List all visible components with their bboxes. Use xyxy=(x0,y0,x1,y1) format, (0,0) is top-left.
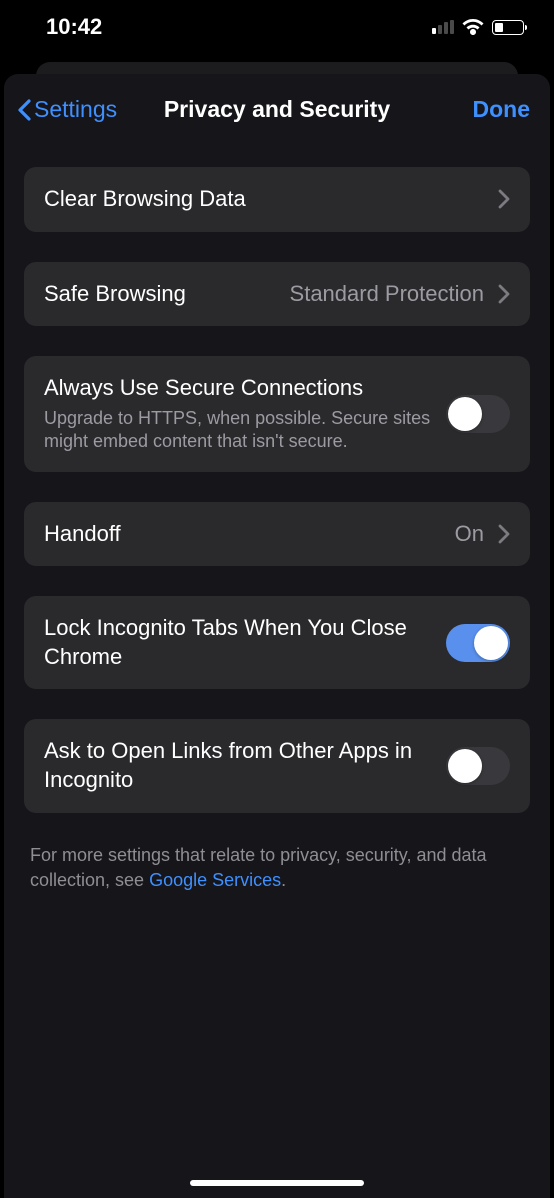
ask-incognito-toggle[interactable] xyxy=(446,747,510,785)
battery-icon xyxy=(492,20,524,35)
settings-content: Clear Browsing Data Safe Browsing Standa… xyxy=(4,143,550,893)
row-title: Lock Incognito Tabs When You Close Chrom… xyxy=(44,614,432,671)
back-label: Settings xyxy=(34,96,117,123)
lock-incognito-row: Lock Incognito Tabs When You Close Chrom… xyxy=(24,596,530,689)
clear-browsing-data-row[interactable]: Clear Browsing Data xyxy=(24,167,530,232)
status-bar: 10:42 xyxy=(0,0,554,54)
ask-incognito-row: Ask to Open Links from Other Apps in Inc… xyxy=(24,719,530,812)
safe-browsing-row[interactable]: Safe Browsing Standard Protection xyxy=(24,262,530,327)
lock-incognito-toggle[interactable] xyxy=(446,624,510,662)
home-indicator[interactable] xyxy=(190,1180,364,1186)
back-button[interactable]: Settings xyxy=(16,96,117,123)
footer-suffix: . xyxy=(281,870,286,890)
settings-sheet: Settings Privacy and Security Done Clear… xyxy=(4,74,550,1198)
status-time: 10:42 xyxy=(46,14,102,40)
wifi-icon xyxy=(462,19,484,35)
secure-connections-toggle[interactable] xyxy=(446,395,510,433)
navigation-bar: Settings Privacy and Security Done xyxy=(4,74,550,143)
chevron-left-icon xyxy=(16,98,32,122)
status-right xyxy=(432,19,524,35)
row-title: Clear Browsing Data xyxy=(44,185,484,214)
footer-text: For more settings that relate to privacy… xyxy=(24,843,530,893)
chevron-right-icon xyxy=(498,284,510,304)
secure-connections-row: Always Use Secure Connections Upgrade to… xyxy=(24,356,530,471)
row-value: Standard Protection xyxy=(290,281,484,307)
row-title: Safe Browsing xyxy=(44,280,276,309)
row-subtitle: Upgrade to HTTPS, when possible. Secure … xyxy=(44,407,432,454)
cellular-signal-icon xyxy=(432,20,454,34)
row-title: Ask to Open Links from Other Apps in Inc… xyxy=(44,737,432,794)
handoff-row[interactable]: Handoff On xyxy=(24,502,530,567)
chevron-right-icon xyxy=(498,189,510,209)
done-button[interactable]: Done xyxy=(473,96,531,123)
row-title: Handoff xyxy=(44,520,441,549)
chevron-right-icon xyxy=(498,524,510,544)
row-value: On xyxy=(455,521,484,547)
google-services-link[interactable]: Google Services xyxy=(149,870,281,890)
row-title: Always Use Secure Connections xyxy=(44,374,432,403)
